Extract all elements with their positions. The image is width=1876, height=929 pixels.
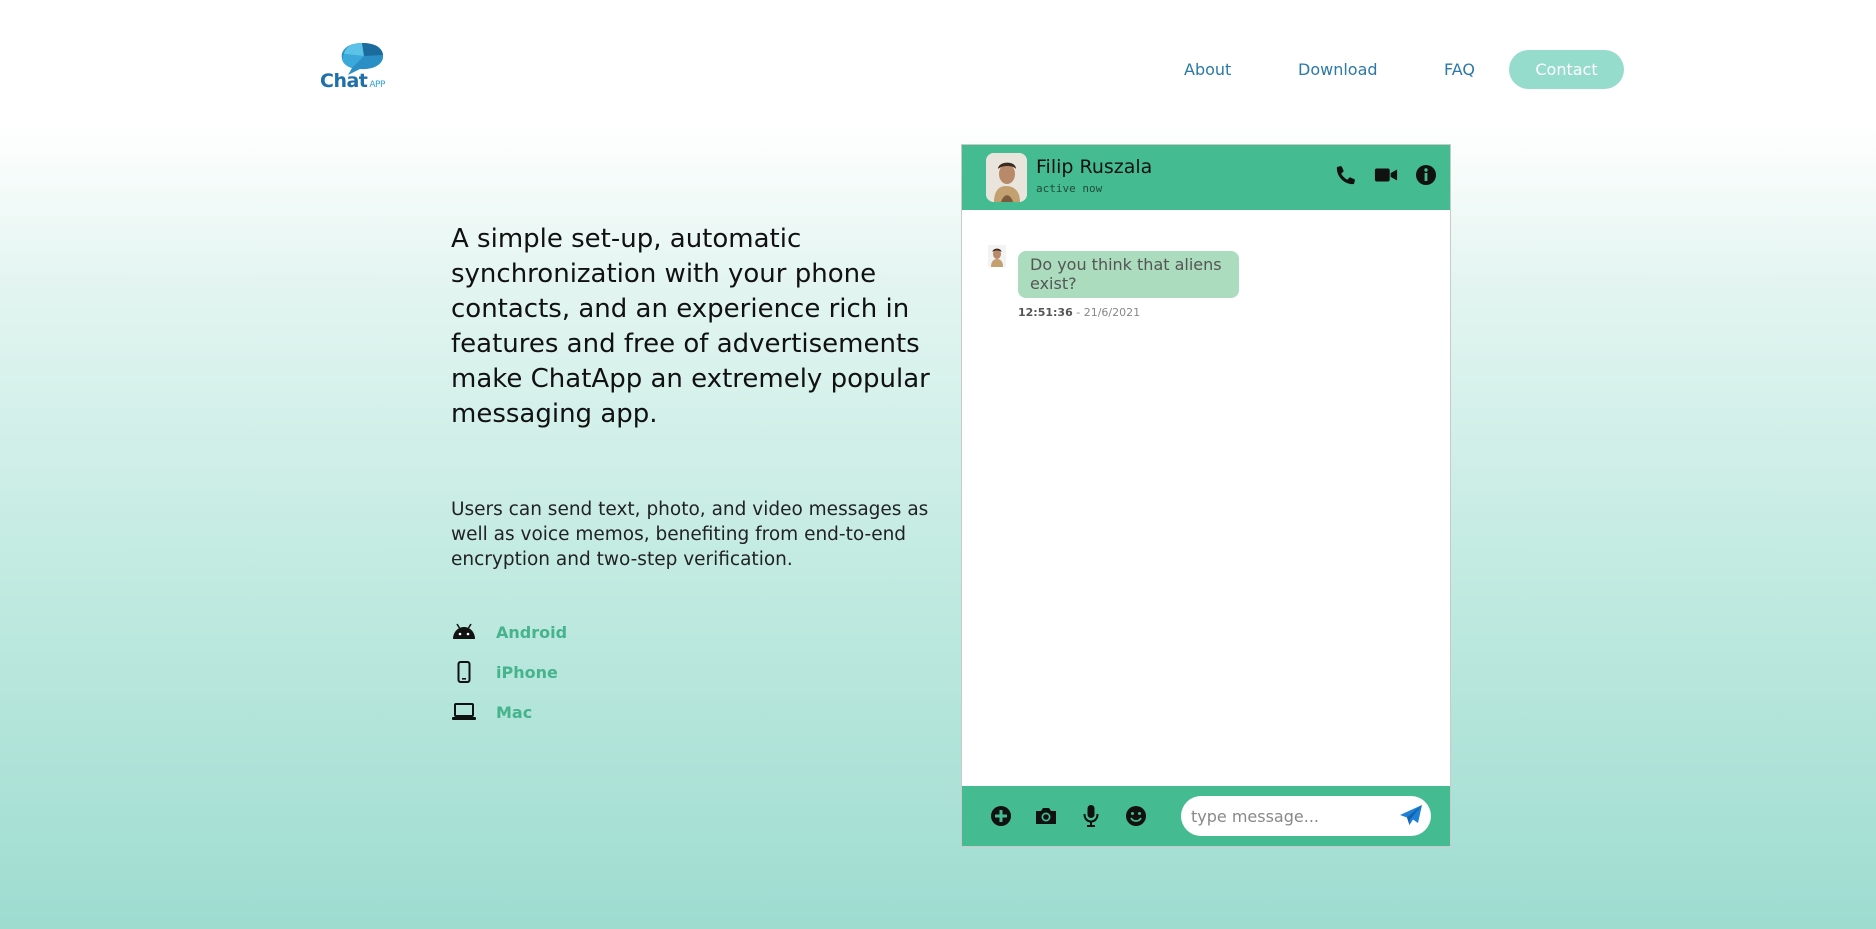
nav-link-faq[interactable]: FAQ	[1444, 50, 1475, 89]
platform-iphone[interactable]: iPhone	[451, 652, 567, 692]
platform-list: Android iPhone Mac	[451, 612, 567, 732]
contact-status: active now	[1036, 182, 1103, 195]
contact-button[interactable]: Contact	[1509, 50, 1624, 89]
mobile-icon	[451, 659, 477, 685]
nav-link-about[interactable]: About	[1184, 50, 1231, 89]
message-bubble: Do you think that aliens exist?	[1018, 251, 1239, 298]
avatar[interactable]	[986, 153, 1027, 202]
laptop-icon	[451, 699, 477, 725]
message-input[interactable]	[1191, 804, 1391, 828]
send-icon[interactable]	[1399, 804, 1423, 828]
nav-link-download[interactable]: Download	[1298, 50, 1378, 89]
message-timestamp: 12:51:36 - 21/6/2021	[1018, 306, 1141, 319]
microphone-icon[interactable]	[1079, 804, 1103, 828]
message-avatar	[988, 245, 1006, 267]
main-nav: About Download FAQ Contact	[0, 50, 1876, 90]
message-date: 21/6/2021	[1083, 306, 1141, 319]
android-icon	[451, 619, 477, 645]
chat-window: Filip Ruszala active now Do you think th…	[961, 144, 1451, 847]
chat-header-actions	[1334, 163, 1450, 187]
video-icon[interactable]	[1374, 163, 1398, 187]
plus-circle-icon[interactable]	[989, 804, 1013, 828]
phone-icon[interactable]	[1334, 163, 1358, 187]
hero-headline: A simple set-up, automatic synchronizati…	[451, 224, 930, 429]
chat-header: Filip Ruszala active now	[962, 145, 1450, 210]
platform-android[interactable]: Android	[451, 612, 567, 652]
platform-label[interactable]: iPhone	[496, 663, 558, 682]
chat-footer-actions	[989, 804, 1169, 828]
contact-name: Filip Ruszala	[1036, 156, 1153, 178]
smile-icon[interactable]	[1124, 804, 1148, 828]
message-time: 12:51:36	[1018, 306, 1073, 319]
info-icon[interactable]	[1414, 163, 1438, 187]
chat-footer	[962, 786, 1450, 846]
camera-icon[interactable]	[1034, 804, 1058, 828]
platform-label[interactable]: Android	[496, 623, 567, 642]
hero-subtext: Users can send text, photo, and video me…	[451, 499, 929, 570]
platform-mac[interactable]: Mac	[451, 692, 567, 732]
message-input-wrapper	[1181, 796, 1431, 836]
platform-label[interactable]: Mac	[496, 703, 532, 722]
